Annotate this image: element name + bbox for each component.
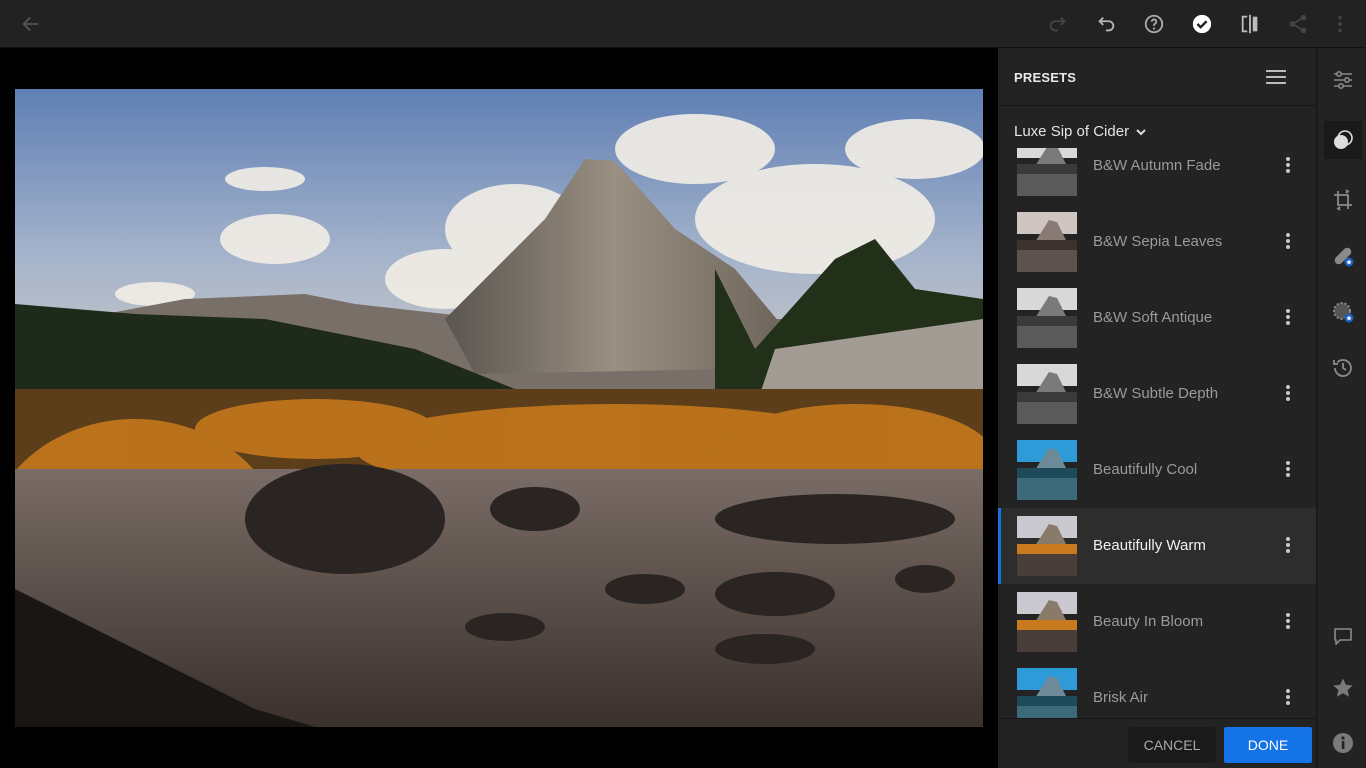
preset-thumbnail	[1017, 148, 1077, 196]
more-vertical-icon	[1286, 461, 1290, 465]
preset-thumbnail	[1017, 212, 1077, 272]
share-icon	[1289, 14, 1307, 34]
preset-label: Brisk Air	[1093, 689, 1149, 706]
undo-icon	[1098, 16, 1115, 32]
preset-more-button[interactable]	[1284, 383, 1292, 403]
preset-label: Beautifully Cool	[1093, 461, 1198, 478]
presets-icon	[1334, 130, 1353, 149]
preset-more-button[interactable]	[1284, 155, 1292, 175]
preset-item[interactable]: B&W Soft Antique	[998, 280, 1316, 356]
help-button[interactable]	[1142, 12, 1166, 36]
compare-button[interactable]	[1238, 12, 1262, 36]
tool-rail	[1316, 48, 1366, 768]
before-after-icon	[1241, 14, 1258, 34]
crop-rotate-icon	[1334, 189, 1352, 211]
photo-preview[interactable]	[15, 89, 983, 727]
preset-thumbnail	[1017, 288, 1077, 348]
preset-more-button[interactable]	[1284, 307, 1292, 327]
rail-crop-button[interactable]	[1324, 181, 1362, 219]
history-icon	[1333, 359, 1352, 377]
image-canvas	[0, 48, 998, 768]
preset-thumbnail	[1017, 516, 1077, 576]
preset-more-button[interactable]	[1284, 535, 1292, 555]
help-icon	[1144, 14, 1164, 34]
cancel-button[interactable]: CANCEL	[1128, 727, 1216, 763]
chevron-down-icon	[1136, 128, 1146, 135]
rail-info-button[interactable]	[1324, 724, 1362, 762]
preset-item[interactable]: B&W Subtle Depth	[998, 356, 1316, 432]
rail-edit-button[interactable]	[1324, 61, 1362, 99]
preset-label: B&W Autumn Fade	[1093, 157, 1221, 174]
preset-item[interactable]: B&W Sepia Leaves	[998, 204, 1316, 280]
preset-more-button[interactable]	[1284, 687, 1292, 707]
preset-label: Beautifully Warm	[1093, 537, 1206, 554]
preset-more-button[interactable]	[1284, 611, 1292, 631]
preset-label: B&W Sepia Leaves	[1093, 233, 1223, 250]
rail-masking-button[interactable]	[1324, 293, 1362, 331]
healing-bandage-icon	[1334, 247, 1354, 267]
undo-button[interactable]	[1094, 12, 1118, 36]
preset-group-dropdown[interactable]: Luxe Sip of Cider	[1014, 123, 1147, 140]
more-vertical-icon	[1286, 157, 1290, 161]
preset-label: B&W Subtle Depth	[1093, 385, 1219, 402]
info-icon	[1333, 733, 1353, 753]
preset-group-label: Luxe Sip of Cider	[1014, 123, 1130, 140]
preset-item[interactable]: Beauty In Bloom	[998, 584, 1316, 660]
presets-panel: PRESETS Luxe Sip of Cider B&W Autumn Fad…	[998, 48, 1316, 768]
preset-more-button[interactable]	[1284, 459, 1292, 479]
panel-header: PRESETS	[998, 48, 1316, 106]
landscape-photo	[15, 89, 983, 727]
presets-check-button[interactable]	[1190, 12, 1214, 36]
panel-title: PRESETS	[1014, 70, 1077, 85]
rail-presets-button[interactable]	[1324, 121, 1362, 159]
preset-item[interactable]: Beautifully Warm	[998, 508, 1316, 584]
star-icon	[1333, 678, 1353, 697]
preset-item[interactable]: Beautifully Cool	[998, 432, 1316, 508]
more-vertical-icon	[1286, 233, 1290, 237]
preset-thumbnail	[1017, 440, 1077, 500]
more-vertical-icon	[1286, 537, 1290, 541]
redo-button[interactable]	[1046, 12, 1070, 36]
more-vertical-icon	[1338, 15, 1342, 33]
rail-comments-button[interactable]	[1324, 618, 1362, 656]
preset-thumbnail	[1017, 364, 1077, 424]
preset-label: Beauty In Bloom	[1093, 613, 1204, 630]
preset-more-button[interactable]	[1284, 231, 1292, 251]
more-vertical-icon	[1286, 689, 1290, 693]
more-button[interactable]	[1328, 12, 1352, 36]
preset-thumbnail	[1017, 668, 1077, 718]
panel-footer: CANCEL DONE	[998, 718, 1316, 768]
masking-icon	[1333, 302, 1354, 323]
check-circle-icon	[1192, 14, 1212, 34]
back-button[interactable]	[19, 12, 43, 36]
rail-versions-button[interactable]	[1324, 349, 1362, 387]
preset-item[interactable]: B&W Autumn Fade	[998, 148, 1316, 204]
redo-icon	[1049, 16, 1066, 32]
done-button[interactable]: DONE	[1224, 727, 1312, 763]
preset-thumbnail	[1017, 592, 1077, 652]
comment-icon	[1334, 628, 1352, 645]
preset-list[interactable]: B&W Autumn Fade B&W Sepia Leaves B&W Soft …	[998, 148, 1316, 718]
more-vertical-icon	[1286, 385, 1290, 389]
rail-rating-button[interactable]	[1324, 669, 1362, 707]
share-button[interactable]	[1286, 12, 1310, 36]
preset-item[interactable]: Brisk Air	[998, 660, 1316, 718]
rail-healing-button[interactable]	[1324, 237, 1362, 275]
more-vertical-icon	[1286, 613, 1290, 617]
hamburger-menu-icon	[1266, 70, 1286, 84]
sliders-icon	[1334, 70, 1352, 90]
preset-label: B&W Soft Antique	[1093, 309, 1213, 326]
more-vertical-icon	[1286, 309, 1290, 313]
back-arrow-icon	[22, 16, 39, 32]
top-toolbar	[0, 0, 1366, 48]
panel-menu-button[interactable]	[1266, 68, 1286, 86]
